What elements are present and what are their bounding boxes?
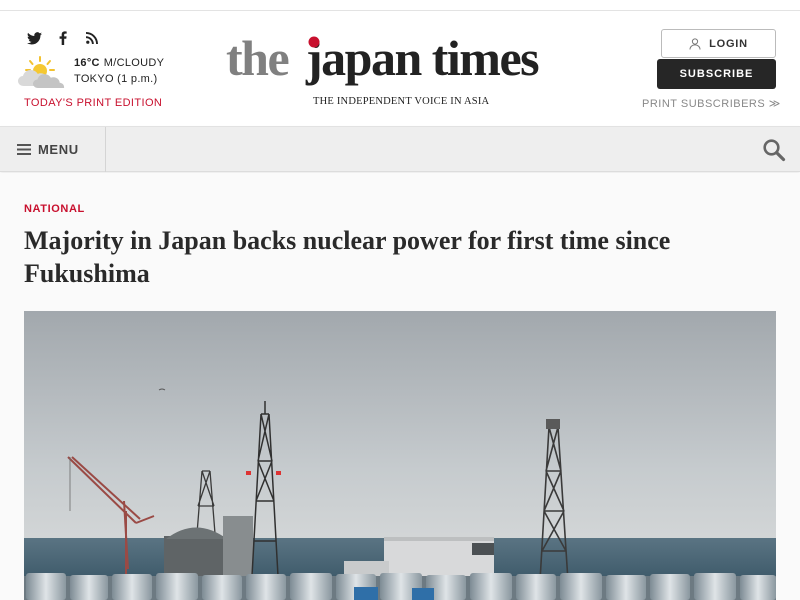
logo-the: the <box>226 30 288 86</box>
login-label: LOGIN <box>709 37 748 50</box>
logo-japan-times: japan times <box>305 30 539 86</box>
partly-cloudy-icon <box>18 56 65 88</box>
todays-print-edition-link[interactable]: TODAY'S PRINT EDITION <box>24 97 162 109</box>
weather-temperature: 16°C <box>74 57 100 69</box>
search-button[interactable] <box>762 138 786 162</box>
social-links <box>26 30 100 46</box>
article-headline: Majority in Japan backs nuclear power fo… <box>24 226 671 288</box>
rss-icon[interactable] <box>84 30 100 46</box>
site-logo[interactable]: the japan times <box>226 30 576 90</box>
login-button[interactable]: LOGIN <box>661 29 776 58</box>
menu-label: MENU <box>38 142 79 157</box>
nuclear-power-plant-photo <box>24 311 776 600</box>
weather-location: TOKYO (1 p.m.) <box>74 73 158 85</box>
weather-condition: M/CLOUDY <box>103 57 165 69</box>
main-nav-bar: MENU <box>0 126 800 172</box>
search-icon <box>763 139 786 162</box>
article-area: NATIONAL Majority in Japan backs nuclear… <box>0 173 800 600</box>
facebook-icon[interactable] <box>55 30 71 46</box>
user-icon <box>689 37 701 50</box>
twitter-icon[interactable] <box>26 30 42 46</box>
site-tagline: THE INDEPENDENT VOICE IN ASIA <box>313 96 490 107</box>
weather-widget[interactable]: 16°C M/CLOUDY TOKYO (1 p.m.) <box>18 55 164 91</box>
top-border <box>0 0 800 11</box>
logo-wordmark: the japan times <box>226 30 541 86</box>
subscribe-button[interactable]: SUBSCRIBE <box>657 59 776 89</box>
print-subscribers-link[interactable]: PRINT SUBSCRIBERS ≫ <box>642 97 781 110</box>
hamburger-icon <box>17 144 31 155</box>
menu-button[interactable]: MENU <box>0 127 106 172</box>
article-category[interactable]: NATIONAL <box>24 203 85 215</box>
article-hero-image <box>24 311 776 600</box>
logo-red-dot <box>308 36 320 48</box>
